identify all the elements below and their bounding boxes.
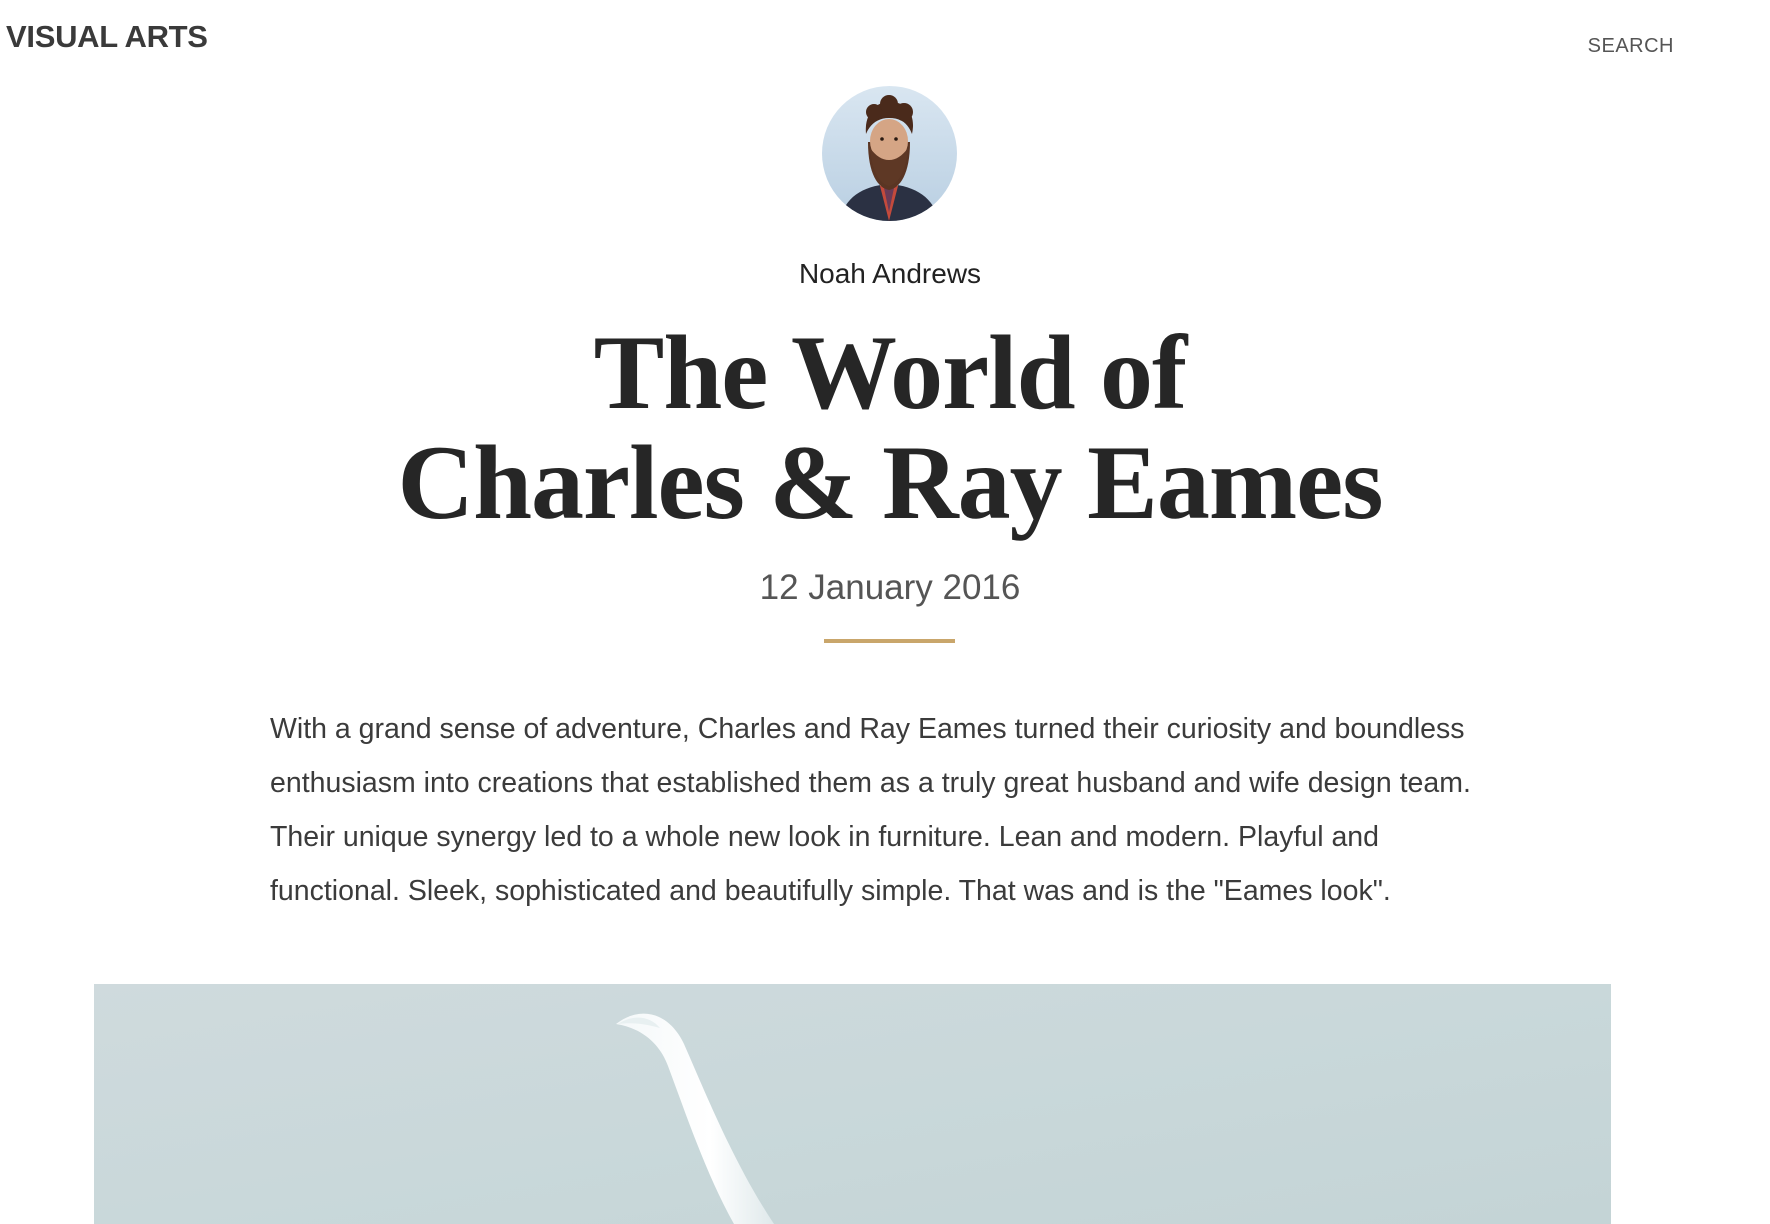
author-name[interactable]: Noah Andrews xyxy=(0,258,1770,290)
article-title-line-1: The World of xyxy=(593,314,1188,431)
hero-image xyxy=(94,984,1611,1224)
search-link[interactable]: SEARCH xyxy=(1588,35,1674,58)
site-header: VISUAL ARTS SEARCH xyxy=(0,0,1770,80)
author-avatar[interactable] xyxy=(822,86,957,221)
article-date: 12 January 2016 xyxy=(759,568,1021,607)
avatar-photo-icon xyxy=(822,86,957,221)
article-intro: With a grand sense of adventure, Charles… xyxy=(270,713,1471,907)
hero-chair-image-icon xyxy=(94,984,1611,1224)
article-title: The World of Charles & Ray Eames xyxy=(285,318,1495,538)
article-title-line-2: Charles & Ray Eames xyxy=(397,424,1384,541)
title-divider xyxy=(824,639,955,643)
site-logo[interactable]: VISUAL ARTS xyxy=(6,19,208,55)
